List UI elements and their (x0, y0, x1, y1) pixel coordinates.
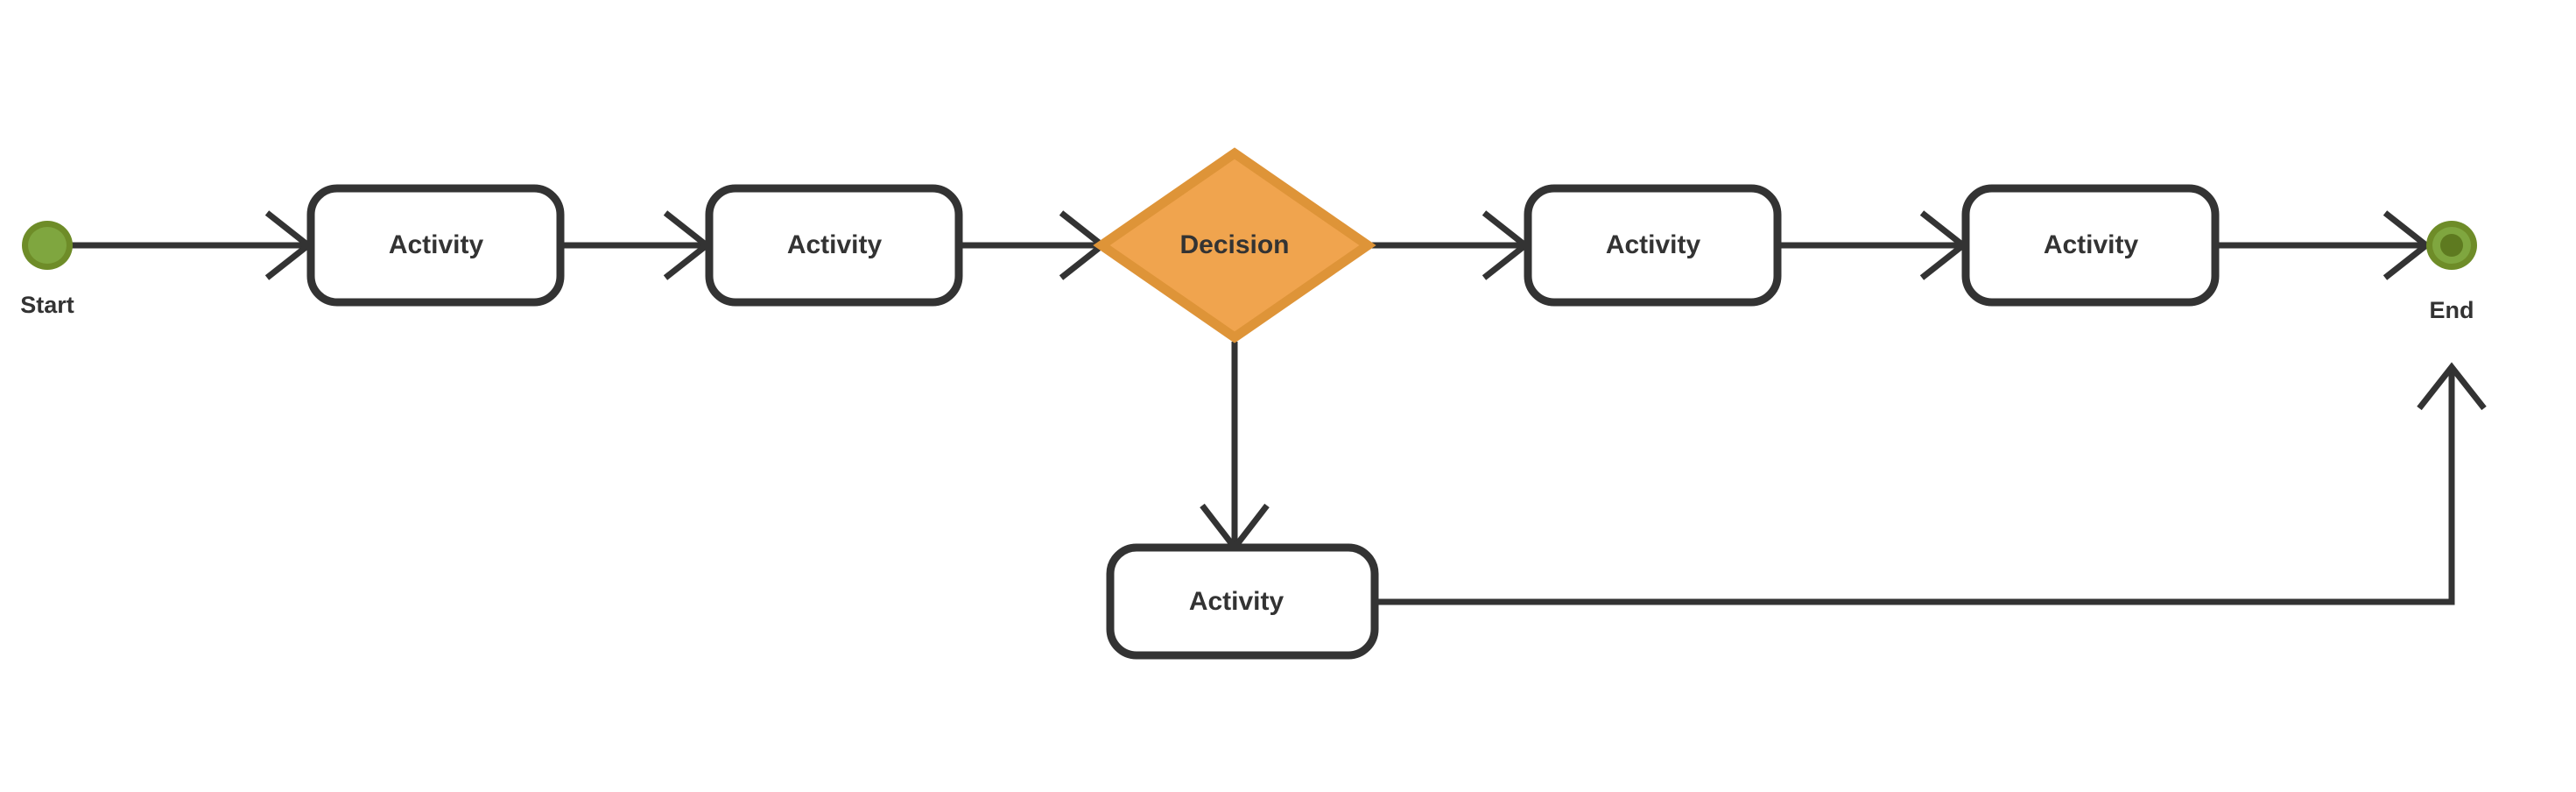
decision-node[interactable]: Decision (1093, 147, 1376, 343)
edge-activity-3-to-activity-4[interactable] (1777, 210, 1968, 280)
diagram-canvas: Start Activity Activity Decision Activit… (0, 0, 2576, 792)
decision-node-label: Decision (1179, 230, 1289, 259)
edge-activity-1-to-activity-2[interactable] (560, 210, 712, 280)
activity-node-1-label: Activity (389, 230, 484, 259)
edge-decision-to-activity-3[interactable] (1370, 210, 1531, 280)
activity-node-4-label: Activity (2044, 230, 2139, 259)
activity-flow-diagram: Start Activity Activity Decision Activit… (20, 147, 2487, 660)
end-node-label: End (2430, 297, 2474, 323)
activity-node-5[interactable]: Activity (1106, 543, 1379, 660)
activity-node-5-label: Activity (1189, 587, 1284, 616)
activity-node-2[interactable]: Activity (705, 184, 963, 307)
activity-node-3-label: Activity (1606, 230, 1701, 259)
activity-node-2-label: Activity (787, 230, 883, 259)
edge-decision-to-activity-5[interactable] (1200, 342, 1270, 553)
edge-start-to-activity-1[interactable] (70, 210, 313, 280)
edge-activity-2-to-decision[interactable] (959, 210, 1108, 280)
activity-node-3[interactable]: Activity (1524, 184, 1782, 307)
start-node-label: Start (20, 292, 74, 318)
start-node[interactable]: Start (20, 221, 74, 318)
edge-activity-4-to-end[interactable] (2215, 210, 2432, 280)
end-node[interactable]: End (2426, 221, 2477, 323)
activity-node-1[interactable]: Activity (306, 184, 565, 307)
edge-activity-5-to-end[interactable] (1375, 362, 2487, 605)
activity-node-4[interactable]: Activity (1961, 184, 2220, 307)
